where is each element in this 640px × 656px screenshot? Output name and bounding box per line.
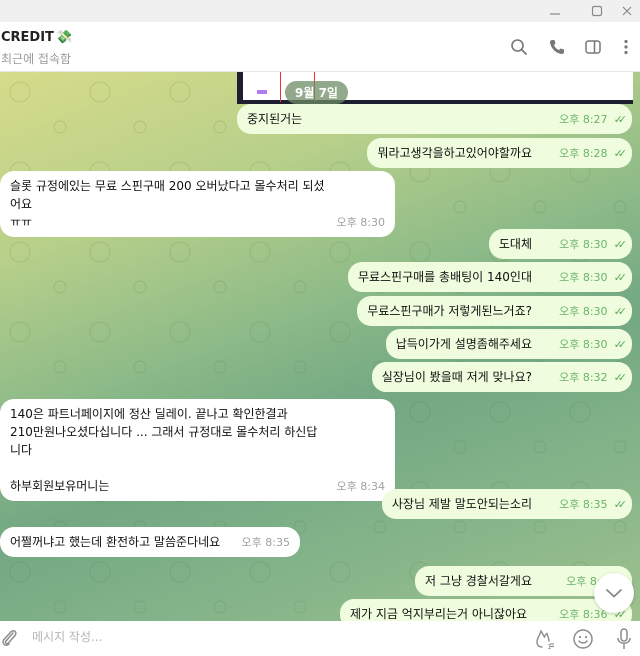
outgoing-message[interactable]: 실장님이 봤을때 저게 맞나요? 오후 8:32 ✓✓	[371, 362, 632, 392]
message-meta: 오후 8:30 ✓✓	[559, 236, 628, 254]
minimize-button[interactable]	[540, 0, 570, 22]
message-meta: 오후 8:30 ✓✓	[559, 303, 628, 321]
chat-name-text: CREDIT	[1, 30, 54, 45]
outgoing-message[interactable]: 중지된거는 오후 8:27 ✓✓	[237, 104, 632, 134]
incoming-message[interactable]: 140은 파트너페이지에 정산 딜레이. 끝나고 확인한결과 210만원나오셨다…	[0, 399, 395, 501]
message-text: 140은 파트너페이지에 정산 딜레이. 끝나고 확인한결과 210만원나오셨다…	[10, 407, 318, 493]
message-list[interactable]: 9월 7일 중지된거는 오후 8:27 ✓✓ 뭐라고생각을하고있어야할까요 오후 8:2…	[0, 72, 640, 621]
chevron-down-icon	[606, 589, 622, 598]
message-time: 오후 8:35	[241, 536, 290, 549]
maximize-button[interactable]	[582, 0, 612, 22]
message-time: 오후 8:30	[336, 216, 385, 229]
message-time: 오후 8:30	[559, 305, 608, 318]
money-emoji-icon: 💸	[55, 30, 73, 45]
message-time: 오후 8:30	[559, 338, 608, 351]
close-button[interactable]	[612, 0, 640, 22]
close-icon	[622, 6, 632, 16]
message-text: 저 그냥 경찰서갈게요	[425, 574, 532, 588]
incoming-message[interactable]: 슬롯 규정에있는 무료 스핀구매 200 오버났다고 몰수처리 되셨어요 ㅠㅠ 오…	[0, 171, 395, 237]
message-meta: 오후 8:27 ✓✓	[559, 111, 628, 129]
toggle-side-panel-button[interactable]	[580, 34, 606, 60]
call-button[interactable]	[544, 34, 570, 60]
message-meta: 오후 8:30	[337, 214, 385, 232]
more-options-button[interactable]	[613, 34, 639, 60]
sticker-gif-button[interactable]: 1	[532, 627, 556, 651]
message-time: 오후 8:28	[559, 147, 608, 160]
message-text: 사장님 제발 말도안되는소리	[391, 497, 532, 511]
double-check-icon: ✓✓	[613, 147, 628, 160]
message-time: 오후 8:30	[559, 238, 608, 251]
message-time: 오후 8:30	[559, 271, 608, 284]
double-check-icon: ✓✓	[613, 113, 628, 126]
message-meta: 오후 8:28 ✓✓	[559, 145, 628, 163]
side-panel-icon	[585, 40, 601, 54]
message-time: 오후 8:32	[559, 371, 608, 384]
voice-message-button[interactable]	[612, 627, 636, 651]
search-button[interactable]	[506, 34, 532, 60]
message-text: 무료스핀구매가 저렇게된느거죠?	[367, 304, 532, 318]
chat-title[interactable]: CREDIT 💸	[1, 30, 72, 45]
message-meta: 오후 8:35	[242, 534, 290, 552]
smiley-icon	[573, 629, 593, 649]
outgoing-message[interactable]: 사장님 제발 말도안되는소리 오후 8:35 ✓✓	[381, 489, 632, 519]
message-meta: 오후 8:30 ✓✓	[559, 336, 628, 354]
message-time: 오후 8:34	[336, 480, 385, 493]
outgoing-message[interactable]: 무료스핀구매가 저렇게된느거죠? 오후 8:30 ✓✓	[357, 296, 632, 326]
outgoing-message[interactable]: 뭐라고생각을하고있어야할까요 오후 8:28 ✓✓	[367, 138, 632, 168]
message-text: 무료스핀구매를 총배팅이 140인대	[357, 270, 532, 284]
minimize-icon	[550, 13, 560, 15]
message-text: 어쩔꺼냐고 했는데 환전하고 말씀준다네요	[10, 535, 221, 549]
message-text: 납득이가게 설명좀해주세요	[395, 337, 532, 351]
paperclip-icon	[2, 630, 17, 647]
double-check-icon: ✓✓	[613, 271, 628, 284]
double-check-icon: ✓✓	[613, 305, 628, 318]
window-titlebar	[0, 0, 640, 22]
message-text: 도대체	[498, 237, 532, 251]
scroll-to-bottom-button[interactable]	[594, 573, 634, 613]
outgoing-message[interactable]: 납득이가게 설명좀해주세요 오후 8:30 ✓✓	[385, 329, 632, 359]
outgoing-message[interactable]: 도대체 오후 8:30 ✓✓	[488, 229, 632, 259]
message-text: 뭐라고생각을하고있어야할까요	[377, 146, 532, 160]
message-meta: 오후 8:32 ✓✓	[559, 369, 628, 387]
message-time: 오후 8:35	[559, 498, 608, 511]
message-composer: 1	[0, 621, 640, 656]
double-check-icon: ✓✓	[613, 338, 628, 351]
emoji-button[interactable]	[571, 627, 595, 651]
outgoing-message[interactable]: 제가 지금 억지부리는거 아니잖아요 오후 8:36 ✓✓	[340, 599, 632, 621]
microphone-icon	[617, 628, 631, 649]
message-text: 제가 지금 억지부리는거 아니잖아요	[350, 607, 528, 621]
message-input[interactable]	[32, 630, 492, 644]
message-text: 중지된거는	[247, 112, 303, 126]
incoming-message[interactable]: 어쩔꺼냐고 했는데 환전하고 말씀준다네요 오후 8:35	[0, 527, 300, 557]
phone-icon	[550, 40, 564, 54]
date-separator: 9월 7일	[285, 81, 348, 104]
attach-button[interactable]	[0, 627, 20, 649]
last-seen-status: 최근에 접속함	[1, 52, 72, 66]
message-time: 오후 8:27	[559, 113, 608, 126]
message-meta: 오후 8:30 ✓✓	[559, 269, 628, 287]
search-icon	[511, 39, 527, 55]
outgoing-message[interactable]: 무료스핀구매를 총배팅이 140인대 오후 8:30 ✓✓	[347, 262, 632, 292]
message-text: 슬롯 규정에있는 무료 스핀구매 200 오버났다고 몰수처리 되셨어요 ㅠㅠ	[10, 179, 325, 229]
message-meta: 오후 8:35 ✓✓	[559, 496, 628, 514]
chat-header: CREDIT 💸 최근에 접속함	[0, 22, 640, 72]
sticker-icon: 1	[536, 629, 554, 650]
double-check-icon: ✓✓	[613, 498, 628, 511]
double-check-icon: ✓✓	[613, 238, 628, 251]
message-meta: 오후 8:34	[337, 478, 385, 496]
double-check-icon: ✓✓	[613, 371, 628, 384]
message-text: 실장님이 봤을때 저게 맞나요?	[381, 370, 532, 384]
maximize-icon	[591, 5, 603, 17]
more-icon	[624, 39, 628, 55]
